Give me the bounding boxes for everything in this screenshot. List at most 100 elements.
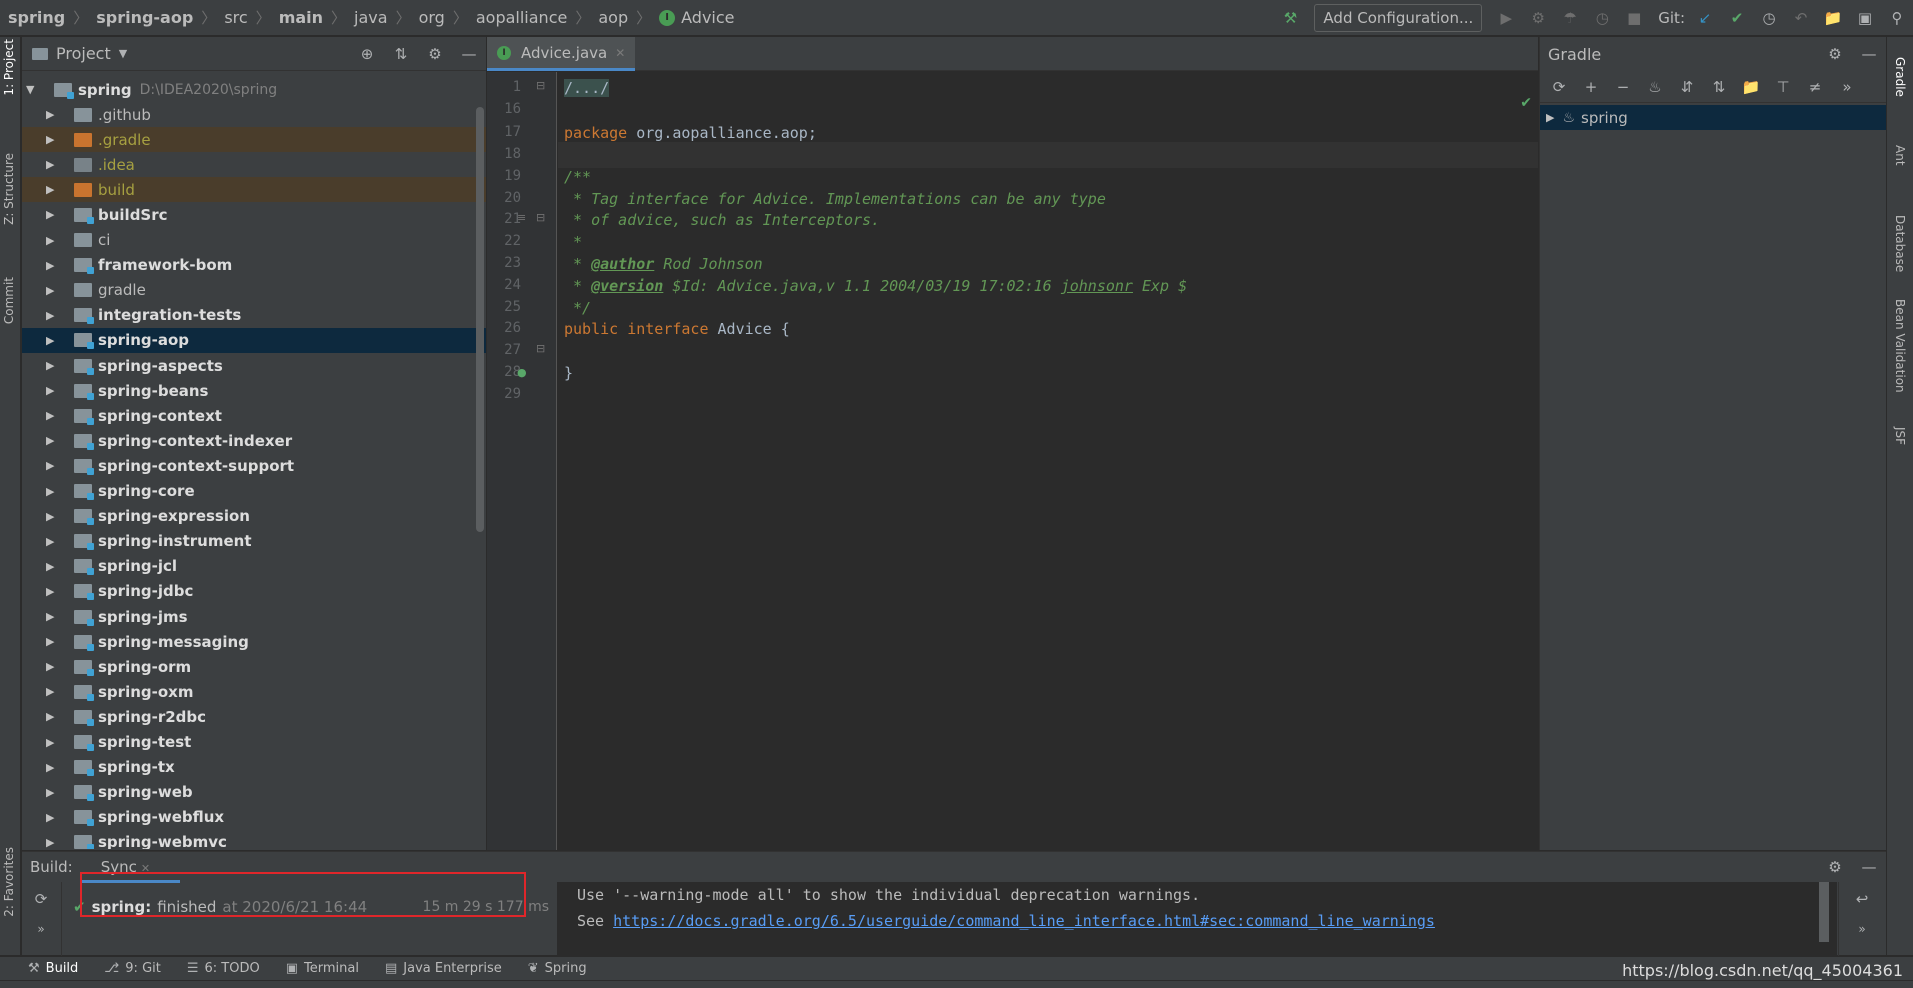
breadcrumb-item[interactable]: java [354,8,388,27]
tab-jsf[interactable]: JSF [1893,427,1907,445]
run-icon[interactable]: ▶ [1495,7,1517,29]
chevron-right-icon[interactable]: ▶ [46,660,60,673]
project-tree-scrollbar[interactable] [476,107,484,532]
close-icon[interactable]: ✕ [615,46,625,60]
refresh-icon[interactable]: ⟳ [30,888,52,910]
tab-6-todo[interactable]: ☰ 6: TODO [187,961,260,976]
tab-commit[interactable]: Commit [2,277,16,324]
code-line[interactable] [558,382,1538,408]
tree-item-spring-tx[interactable]: ▶ spring-tx [22,755,486,780]
tree-item-spring-instrument[interactable]: ▶ spring-instrument [22,529,486,554]
minimize-icon[interactable]: — [1858,856,1880,878]
build-hammer-icon[interactable]: ⚒ [1279,7,1301,29]
refresh-icon[interactable]: ⟳ [1548,76,1570,98]
chevron-right-icon[interactable]: ▶ [46,761,60,774]
locate-icon[interactable]: ⊕ [356,43,378,65]
more-icon[interactable]: » [1836,76,1858,98]
chevron-right-icon[interactable]: ▶ [46,485,60,498]
tree-item-spring-context[interactable]: ▶ spring-context [22,403,486,428]
fold-icon[interactable]: ⊟ [536,79,545,92]
breadcrumb-item[interactable]: aopalliance [476,8,567,27]
tab-terminal[interactable]: ▣ Terminal [286,961,359,976]
tree-item-spring-beans[interactable]: ▶ spring-beans [22,378,486,403]
chevron-right-icon[interactable]: ▶ [46,108,60,121]
tree-item-dot-idea[interactable]: ▶ .idea [22,152,486,177]
code-area[interactable]: /.../package org.aopalliance.aop;/** * T… [558,72,1538,850]
add-configuration-button[interactable]: Add Configuration... [1314,4,1483,32]
git-update-icon[interactable]: ↙ [1694,7,1716,29]
chevron-right-icon[interactable]: ▶ [46,535,60,548]
tree-item-build[interactable]: ▶ build [22,177,486,203]
collapse-all-icon[interactable]: ⇅ [1708,76,1730,98]
more-icon[interactable]: » [30,918,52,940]
tree-item-spring-jms[interactable]: ▶ spring-jms [22,604,486,629]
minimize-icon[interactable]: — [1858,43,1880,65]
breadcrumb-item[interactable]: Advice [681,8,734,27]
chevron-right-icon[interactable]: ▶ [46,560,60,573]
chevron-right-icon[interactable]: ▶ [46,811,60,824]
breadcrumb-item[interactable]: org [419,8,445,27]
tab-advice-java[interactable]: I Advice.java ✕ [487,37,636,71]
chevron-right-icon[interactable]: ▶ [46,736,60,749]
chevron-right-icon[interactable]: ▶ [46,836,60,849]
toggle-skip-tests-icon[interactable]: ≠ [1804,76,1826,98]
chevron-right-icon[interactable]: ▶ [46,133,60,146]
debug-icon[interactable]: ⚙ [1527,7,1549,29]
chevron-right-icon[interactable]: ▶ [46,309,60,322]
tab-ant[interactable]: Ant [1893,145,1907,166]
chevron-right-icon[interactable]: ▶ [1546,111,1554,124]
fold-icon[interactable]: ⊟ [536,211,545,224]
tree-item-spring-context-indexer[interactable]: ▶ spring-context-indexer [22,428,486,453]
plus-icon[interactable]: + [1580,76,1602,98]
chevron-right-icon[interactable]: ▶ [46,334,60,347]
offline-mode-icon[interactable]: ⊤ [1772,76,1794,98]
tab-database[interactable]: Database [1893,215,1907,272]
chevron-right-icon[interactable]: ▶ [46,284,60,297]
tab-structure[interactable]: Z: Structure [2,153,16,225]
chevron-right-icon[interactable]: ▶ [46,208,60,221]
chevron-right-icon[interactable]: ▶ [46,685,60,698]
git-commit-icon[interactable]: ✔ [1726,7,1748,29]
chevron-right-icon[interactable]: ▶ [46,183,60,196]
chevron-right-icon[interactable]: ▶ [46,434,60,447]
tree-item-spring-web[interactable]: ▶ spring-web [22,780,486,805]
chevron-down-icon[interactable]: ▼ [119,47,127,60]
tree-item-spring-expression[interactable]: ▶ spring-expression [22,504,486,529]
tree-item-dot-gradle[interactable]: ▶ .gradle [22,127,486,153]
fold-icon[interactable]: ⊟ [536,342,545,355]
tree-root[interactable]: ▼ spring D:\IDEA2020\spring [22,77,486,102]
tree-item-spring-oxm[interactable]: ▶ spring-oxm [22,679,486,704]
tree-item-integration-tests[interactable]: ▶ integration-tests [22,303,486,328]
collapse-all-icon[interactable]: ⇅ [390,43,412,65]
chevron-right-icon[interactable]: ▶ [46,384,60,397]
breadcrumb-item[interactable]: spring [8,8,65,27]
gradle-tree-root[interactable]: ▶ ♨ spring [1540,105,1886,130]
tree-item-spring-messaging[interactable]: ▶ spring-messaging [22,629,486,654]
tree-item-gradle[interactable]: ▶ gradle [22,278,486,303]
doc-render-icon[interactable]: ≡ [517,211,526,224]
implemented-icon[interactable]: ● [517,366,527,379]
tab-favorites[interactable]: 2: Favorites [2,847,16,917]
tab-bean-validation[interactable]: Bean Validation [1893,299,1907,393]
tree-item-spring-aspects[interactable]: ▶ spring-aspects [22,353,486,378]
chevron-right-icon[interactable]: ▶ [46,259,60,272]
chevron-right-icon[interactable]: ▶ [46,710,60,723]
console-link[interactable]: https://docs.gradle.org/6.5/userguide/co… [613,912,1435,930]
tree-item-spring-orm[interactable]: ▶ spring-orm [22,654,486,679]
search-everywhere-icon[interactable]: ⚲ [1886,7,1908,29]
profile-icon[interactable]: ◷ [1591,7,1613,29]
tab-build[interactable]: ⚒ Build [28,961,78,976]
chevron-right-icon[interactable]: ▶ [46,234,60,247]
tab-gradle[interactable]: Gradle [1893,57,1907,97]
tree-item-spring-webmvc[interactable]: ▶ spring-webmvc [22,830,486,849]
gear-icon[interactable]: ⚙ [1824,856,1846,878]
console-scrollbar[interactable] [1819,882,1829,942]
git-rollback-icon[interactable]: ↶ [1790,7,1812,29]
breadcrumb-item[interactable]: main [279,8,323,27]
chevron-right-icon[interactable]: ▶ [46,585,60,598]
tree-item-spring-aop[interactable]: ▶ spring-aop [22,327,486,353]
tab-java-enterprise[interactable]: ▤ Java Enterprise [385,961,502,976]
chevron-right-icon[interactable]: ▶ [46,158,60,171]
expand-all-icon[interactable]: ⇵ [1676,76,1698,98]
project-panel-title[interactable]: Project [56,44,111,63]
